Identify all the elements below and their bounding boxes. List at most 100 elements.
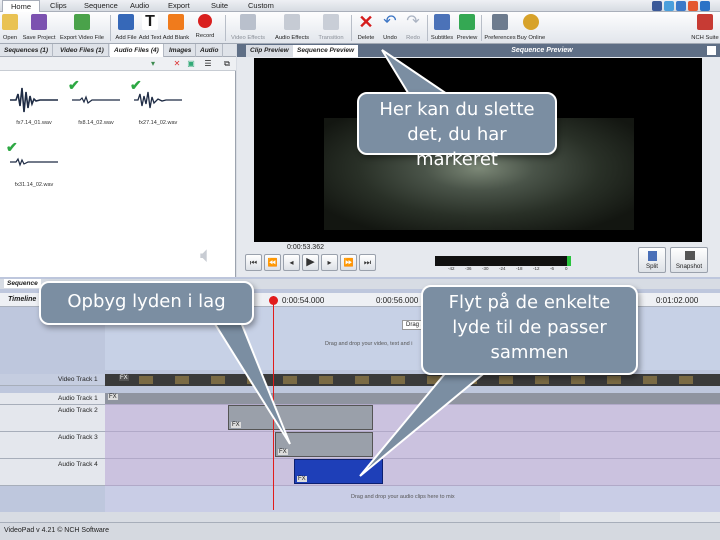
help-icon[interactable] (700, 1, 710, 11)
prev-frame-icon[interactable]: ⏪ (264, 254, 281, 271)
audio-track-1-header[interactable]: Audio Track 1 (0, 393, 105, 405)
delete-button[interactable]: ✕ Delete (354, 12, 378, 44)
redo-button[interactable]: ↷ Redo (402, 12, 424, 44)
audio-effects-button[interactable]: Audio Effects (272, 12, 312, 44)
transition-icon (323, 14, 339, 30)
add-folder-icon[interactable]: ▣ (186, 59, 196, 69)
audio-track-3[interactable]: FX (105, 432, 720, 459)
audio-track-4-header[interactable]: Audio Track 4 (0, 459, 105, 486)
save-project-button[interactable]: Save Project (21, 12, 57, 44)
fx-button[interactable]: FX (231, 422, 241, 428)
audio-drop-zone[interactable]: Drag and drop your audio clips here to m… (105, 486, 720, 512)
stumbleupon-icon[interactable] (688, 1, 698, 11)
menu-audio[interactable]: Audio (122, 0, 157, 12)
add-text-button[interactable]: T Add Text (138, 12, 162, 44)
video-effects-button[interactable]: Video Effects (228, 12, 268, 44)
fx-button[interactable]: FX (278, 449, 288, 455)
fx-button[interactable]: FX (119, 375, 129, 381)
linkedin-icon[interactable] (676, 1, 686, 11)
audio-clip-block[interactable]: FX (228, 405, 373, 430)
zoom-slider[interactable] (560, 512, 720, 522)
video-track-header[interactable]: Video Track 1 (0, 374, 105, 386)
tab-sequence-preview[interactable]: Sequence Preview (293, 45, 359, 57)
transition-button[interactable]: Transition (314, 12, 348, 44)
step-forward-icon[interactable]: ▸ (321, 254, 338, 271)
facebook-icon[interactable] (652, 1, 662, 11)
menu-suite[interactable]: Suite (203, 0, 236, 12)
go-end-icon[interactable]: ⏭ (359, 254, 376, 271)
view-options-icon[interactable]: ▾ (148, 59, 158, 69)
fx-button[interactable]: FX (297, 476, 307, 482)
undo-button[interactable]: ↶ Undo (378, 12, 402, 44)
audio-clip-thumb[interactable]: ✔ fx8.14_02.wav (66, 77, 126, 136)
tab-clip-preview[interactable]: Clip Preview (246, 45, 293, 57)
film-frame (463, 376, 477, 384)
go-start-icon[interactable]: ⏮ (245, 254, 262, 271)
move-callout: Flyt på de enkelte lyde til de passer sa… (421, 285, 638, 375)
layer-callout: Opbyg lyden i lag (39, 281, 254, 325)
menu-bar: Home Clips Sequence Audio Export Suite C… (0, 0, 720, 13)
play-icon[interactable]: ▶ (302, 254, 319, 271)
menu-sequence[interactable]: Sequence (76, 0, 126, 12)
nch-suite-button[interactable]: NCH Suite (690, 12, 720, 44)
video-track-clip[interactable]: FX (105, 374, 720, 386)
menu-clips[interactable]: Clips (42, 0, 75, 12)
film-frame (679, 376, 693, 384)
selected-audio-clip[interactable]: FX (294, 459, 383, 484)
used-check-icon: ✔ (6, 139, 18, 155)
meter-label: -42 (448, 266, 455, 271)
list-view-icon[interactable]: ☰ (203, 59, 213, 69)
audio-clip-thumb[interactable]: ✔ fx31.14_02.wav (4, 139, 64, 198)
meter-label: -18 (516, 266, 523, 271)
audio-clip-thumb[interactable]: ✔ fx27.14_02.wav (128, 78, 188, 136)
open-button[interactable]: Open (0, 12, 20, 44)
film-frame (175, 376, 189, 384)
add-file-button[interactable]: Add File (114, 12, 138, 44)
toolbar-divider (351, 15, 352, 41)
menu-custom[interactable]: Custom (240, 0, 282, 12)
toolbar: Open Save Project Export Video File Add … (0, 12, 720, 44)
preview-button[interactable]: Preview (455, 12, 479, 44)
audio-clip-thumb[interactable]: fx7.14_01.wav (4, 80, 64, 136)
used-check-icon: ✔ (68, 77, 80, 93)
audio-drop-hint: Drag and drop your audio clips here to m… (351, 494, 455, 500)
undo-icon: ↶ (383, 13, 397, 30)
detach-icon[interactable]: ⧉ (222, 59, 232, 69)
audio-track-3-header[interactable]: Audio Track 3 (0, 432, 105, 459)
audio-track-4[interactable]: FX (105, 459, 720, 486)
step-back-icon[interactable]: ◂ (283, 254, 300, 271)
export-video-button[interactable]: Export Video File (58, 12, 106, 44)
tab-images[interactable]: Images (165, 44, 197, 57)
toolbar-divider (225, 15, 226, 41)
audio-track-2[interactable]: FX (105, 405, 720, 432)
meter-label: -24 (499, 266, 506, 271)
ruler-time-label: 0:00:54.000 (282, 296, 325, 305)
status-text: VideoPad v 4.21 © NCH Software (4, 527, 110, 534)
tab-video-files[interactable]: Video Files (1) (56, 44, 109, 57)
audio-track-1[interactable]: FX (105, 393, 720, 405)
fx-button[interactable]: FX (108, 394, 118, 400)
snapshot-button[interactable]: Snapshot (670, 247, 708, 273)
tab-sequence[interactable]: Sequence (4, 279, 41, 288)
audio-clip-block[interactable]: FX (275, 432, 373, 457)
twitter-icon[interactable] (664, 1, 674, 11)
audio-track-2-header[interactable]: Audio Track 2 (0, 405, 105, 432)
remove-icon[interactable]: ✕ (172, 59, 182, 69)
playhead[interactable] (273, 296, 274, 510)
undock-icon[interactable] (707, 46, 716, 55)
record-button[interactable]: Record (193, 12, 217, 44)
next-frame-icon[interactable]: ⏩ (340, 254, 357, 271)
tab-sequences[interactable]: Sequences (1) (0, 44, 54, 57)
tab-audio[interactable]: Audio (196, 44, 224, 57)
preferences-button[interactable]: Preferences (484, 12, 516, 44)
speaker-icon: 🔈︎ (200, 242, 214, 267)
film-frame (211, 376, 225, 384)
tab-audio-files[interactable]: Audio Files (4) (110, 44, 164, 57)
film-frame (535, 376, 549, 384)
subtitles-button[interactable]: Subtitles (430, 12, 454, 44)
split-button[interactable]: Split (638, 247, 666, 273)
video-drop-hint: Drag and drop your video, text and i (325, 341, 413, 347)
add-blank-button[interactable]: Add Blank (162, 12, 190, 44)
buy-online-button[interactable]: Buy Online (516, 12, 546, 44)
menu-export[interactable]: Export (160, 0, 198, 12)
